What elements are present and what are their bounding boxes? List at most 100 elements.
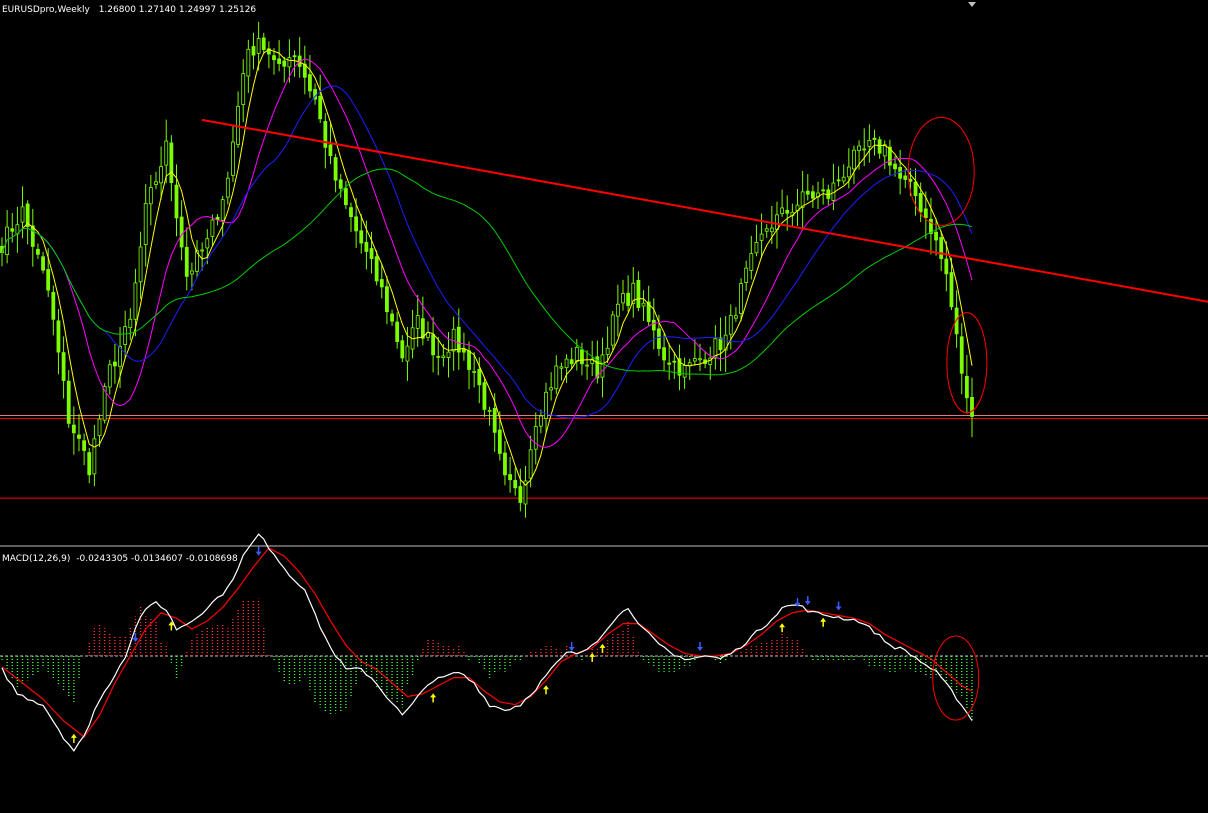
candle-body	[528, 449, 533, 479]
candle-body	[636, 280, 641, 308]
candle-body	[97, 418, 102, 437]
candle-body	[775, 214, 779, 230]
candle-body	[513, 480, 518, 489]
candle-body	[692, 358, 697, 362]
candle-body	[379, 279, 384, 288]
macd-label: MACD(12,26,9)	[2, 554, 70, 564]
candle-body	[657, 328, 661, 349]
candle-body	[415, 315, 420, 329]
candle-body	[231, 141, 235, 176]
trading-chart[interactable]: EURUSDpro,Weekly 1.26800 1.27140 1.24997…	[0, 0, 1208, 813]
candle-body	[841, 176, 846, 182]
candle-body	[754, 242, 759, 254]
candle-body	[333, 157, 338, 181]
candle-body	[734, 315, 738, 319]
candle-body	[497, 429, 502, 454]
candle-body	[123, 326, 128, 345]
candle-body	[369, 248, 374, 260]
candle-body	[934, 231, 938, 241]
candle-body	[877, 139, 882, 154]
candle-body	[82, 440, 87, 451]
candle-body	[246, 48, 251, 77]
candle-body	[944, 258, 949, 275]
candle-body	[913, 181, 918, 197]
candle-body	[41, 256, 45, 271]
candle-body	[256, 38, 261, 54]
candle-body	[780, 207, 785, 214]
candle-body	[282, 60, 287, 67]
candle-body	[30, 225, 35, 247]
candle-body	[261, 37, 266, 50]
candle-body	[364, 241, 369, 252]
candle-body	[405, 345, 410, 362]
candle-body	[610, 314, 615, 346]
candle-body	[549, 387, 554, 391]
candle-body	[138, 246, 143, 283]
candle-body	[872, 137, 877, 140]
candle-body	[154, 181, 158, 185]
candle-body	[374, 256, 379, 282]
candle-body	[349, 207, 353, 218]
candle-body	[143, 202, 148, 245]
candle-body	[544, 391, 548, 419]
candle-body	[569, 359, 574, 365]
candle-body	[318, 95, 323, 120]
candle-body	[580, 349, 584, 365]
chart-canvas[interactable]: EURUSDpro,Weekly 1.26800 1.27140 1.24997…	[0, 0, 1208, 813]
candle-body	[354, 216, 359, 232]
candle-body	[10, 228, 15, 232]
candle-body	[682, 365, 687, 378]
candle-body	[857, 145, 861, 151]
candle-body	[821, 189, 826, 192]
candle-body	[179, 216, 184, 248]
candle-body	[862, 148, 867, 151]
candle-body	[852, 149, 856, 170]
candle-body	[759, 233, 764, 241]
candle-body	[472, 371, 477, 373]
candle-body	[46, 269, 51, 291]
candle-body	[503, 452, 507, 476]
candle-body	[328, 144, 333, 157]
candle-body	[431, 334, 436, 356]
candle-body	[467, 350, 471, 370]
candle-body	[477, 369, 482, 386]
candle-body	[482, 382, 487, 410]
candle-body	[71, 424, 76, 434]
candle-body	[225, 177, 230, 198]
candle-body	[287, 57, 292, 68]
candle-body	[164, 140, 169, 166]
price-candle	[610, 311, 615, 351]
candle-body	[533, 426, 538, 450]
candle-body	[836, 179, 841, 182]
candle-body	[200, 249, 205, 252]
candle-body	[964, 375, 969, 399]
candle-body	[810, 191, 815, 199]
candle-body	[518, 486, 523, 503]
candle-body	[939, 237, 944, 260]
candle-body	[189, 270, 194, 275]
candle-body	[959, 336, 964, 374]
candle-body	[970, 396, 974, 417]
candle-body	[343, 188, 348, 206]
candle-body	[338, 179, 343, 189]
candle-body	[400, 340, 405, 359]
candle-body	[292, 55, 297, 58]
candle-body	[159, 166, 164, 184]
candle-body	[698, 358, 702, 361]
candle-body	[564, 358, 569, 369]
candle-body	[323, 121, 328, 148]
candle-body	[359, 230, 364, 244]
candle-body	[846, 166, 851, 178]
candle-body	[456, 326, 461, 353]
candle-body	[441, 355, 446, 359]
symbol-header: EURUSDpro,Weekly 1.26800 1.27140 1.24997…	[2, 5, 256, 15]
candle-body	[220, 199, 225, 221]
candle-body	[949, 272, 954, 308]
candle-body	[728, 314, 733, 335]
candle-body	[492, 407, 497, 433]
candle-body	[641, 302, 646, 307]
candle-body	[128, 318, 133, 329]
candle-body	[574, 346, 579, 362]
candle-body	[605, 347, 610, 355]
candle-body	[51, 292, 56, 320]
